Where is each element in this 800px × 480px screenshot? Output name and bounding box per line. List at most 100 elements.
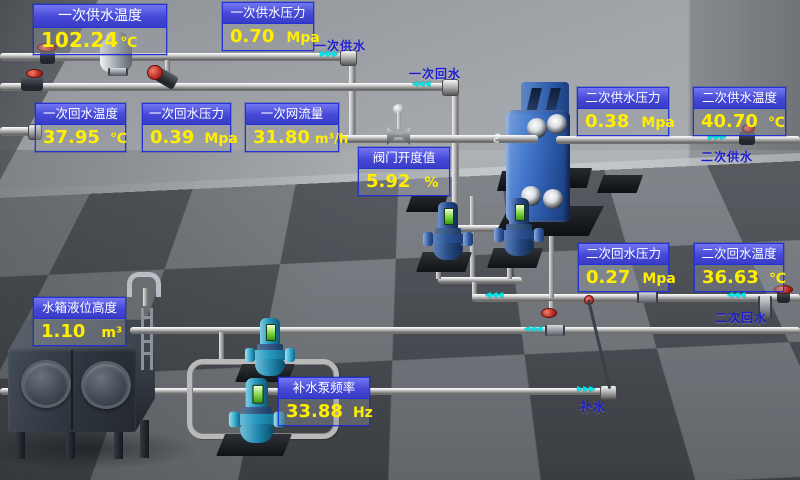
circulation-pump-1[interactable] xyxy=(424,202,472,260)
primary-return-valve[interactable] xyxy=(21,76,43,91)
databox-value: 5.92 xyxy=(366,171,410,192)
pipe-primary-return xyxy=(0,83,450,91)
floor-pad xyxy=(597,175,643,193)
databox-secondary-supply-temp[interactable]: 二次供水温度 40.70 ℃ xyxy=(693,87,786,136)
tank-panel-seam xyxy=(71,350,73,430)
databox-title: 一次网流量 xyxy=(246,104,338,125)
pipe-coupling xyxy=(637,292,658,303)
pump-status-indicator xyxy=(252,385,263,404)
pump-volute xyxy=(504,239,534,256)
databox-value: 0.27 xyxy=(586,267,630,288)
tank-ladder-rung xyxy=(141,352,153,355)
databox-primary-return-temp[interactable]: 一次回水温度 37.95 ℃ xyxy=(35,103,126,152)
pump-volute xyxy=(433,243,463,260)
databox-value: 0.39 xyxy=(150,127,194,148)
tank-fill-pipe-leg xyxy=(143,288,148,306)
databox-value: 36.63 xyxy=(702,267,759,288)
databox-value-row: 37.95 ℃ xyxy=(36,125,125,151)
tank-leg xyxy=(16,429,25,459)
databox-primary-supply-temp[interactable]: 一次供水温度 102.24 ℃ xyxy=(33,4,167,55)
valve-handwheel xyxy=(26,69,43,78)
databox-value: 102.24 xyxy=(41,30,118,51)
databox-value-row: 102.24 ℃ xyxy=(34,28,166,54)
pump-volute xyxy=(240,424,274,443)
databox-unit: m³ xyxy=(101,325,122,341)
databox-title: 一次供水压力 xyxy=(223,3,313,24)
databox-title: 一次回水温度 xyxy=(36,104,125,125)
databox-unit: Mpa xyxy=(642,271,675,287)
databox-title: 二次回水温度 xyxy=(695,244,783,265)
valve-handwheel xyxy=(147,65,163,80)
makeup-pump-1[interactable] xyxy=(246,318,294,376)
databox-makeup-pump-frequency[interactable]: 补水泵频率 33.88 Hz xyxy=(278,377,370,426)
pipe-coupling xyxy=(545,325,565,336)
databox-title: 一次供水温度 xyxy=(34,5,166,28)
pipe-tank-outlet xyxy=(130,327,800,334)
flow-arrow-right-icon: ▶▶▶ xyxy=(577,384,595,393)
makeup-pump-2[interactable] xyxy=(230,378,284,443)
databox-value: 1.10 xyxy=(41,321,85,342)
flow-arrow-left-icon: ◀◀◀ xyxy=(485,290,503,299)
databox-value-row: 0.39 Mpa xyxy=(143,125,230,151)
pipe-label-primary-return: 一次回水 xyxy=(409,65,461,82)
exchanger-port xyxy=(547,114,567,134)
pipe-secondary-return xyxy=(472,294,800,302)
databox-secondary-return-temp[interactable]: 二次回水温度 36.63 ℃ xyxy=(694,243,784,292)
tank-leg xyxy=(114,429,123,459)
exchanger-port xyxy=(543,189,563,209)
circulation-pump-2[interactable] xyxy=(495,198,543,256)
databox-value-row: 0.27 Mpa xyxy=(579,265,668,291)
databox-tank-level[interactable]: 水箱液位高度 1.10 m³ xyxy=(33,297,126,346)
databox-value: 33.88 xyxy=(286,401,343,422)
databox-unit: ℃ xyxy=(120,35,137,51)
databox-secondary-supply-pressure[interactable]: 二次供水压力 0.38 Mpa xyxy=(577,87,669,136)
databox-unit: ℃ xyxy=(768,115,785,131)
databox-title: 一次回水压力 xyxy=(143,104,230,125)
databox-value: 31.80 xyxy=(253,127,310,148)
databox-value-row: 31.80 m³/h xyxy=(246,125,338,151)
databox-title: 二次供水压力 xyxy=(578,88,668,109)
tank-ladder-rung xyxy=(141,340,153,343)
databox-unit: Mpa xyxy=(286,30,319,46)
tank-leg xyxy=(140,420,149,458)
databox-unit: m³/h xyxy=(315,132,348,147)
databox-title: 水箱液位高度 xyxy=(34,298,125,319)
pipe-primary-supply-drop xyxy=(349,57,356,141)
flow-arrow-left-icon: ◀◀◀ xyxy=(524,324,542,333)
databox-primary-network-flow[interactable]: 一次网流量 31.80 m³/h xyxy=(245,103,339,152)
pump-status-indicator xyxy=(444,208,454,225)
pipe-label-secondary-supply: 二次供水 xyxy=(701,148,753,165)
pipe-label-makeup-water: 补水 xyxy=(580,398,606,415)
tank-leg xyxy=(66,429,75,459)
databox-value: 0.38 xyxy=(585,111,629,132)
databox-value-row: 36.63 ℃ xyxy=(695,265,783,291)
databox-value-row: 0.38 Mpa xyxy=(578,109,668,135)
databox-unit: Hz xyxy=(353,405,373,421)
databox-valve-opening[interactable]: 阀门开度值 5.92 % xyxy=(358,147,450,196)
databox-value: 40.70 xyxy=(701,111,758,132)
pump-volute xyxy=(255,359,285,376)
hmi-heat-station-scene: ∿ ▶▶▶ ◀◀◀ ▶▶▶ ◀◀◀ ◀◀◀ ◀◀◀ ▶▶▶ 一次供水 一次回水 … xyxy=(0,0,800,480)
databox-primary-supply-pressure[interactable]: 一次供水压力 0.70 Mpa xyxy=(222,2,314,51)
databox-value-row: 1.10 m³ xyxy=(34,319,125,345)
tank-floor-shadow xyxy=(0,428,200,470)
pipe-break-icon: ∿ xyxy=(491,131,504,146)
databox-value: 37.95 xyxy=(43,127,100,148)
pipe-label-secondary-return: 二次回水 xyxy=(715,309,767,326)
databox-title: 补水泵频率 xyxy=(279,378,369,399)
databox-value-row: 0.70 Mpa xyxy=(223,24,313,50)
databox-primary-return-pressure[interactable]: 一次回水压力 0.39 Mpa xyxy=(142,103,231,152)
databox-unit: Mpa xyxy=(204,131,237,147)
databox-title: 阀门开度值 xyxy=(359,148,449,169)
databox-value: 0.70 xyxy=(230,26,274,47)
databox-unit: ℃ xyxy=(769,271,786,287)
databox-value-row: 33.88 Hz xyxy=(279,399,369,425)
databox-unit: Mpa xyxy=(641,115,674,131)
makeup-branch-valve[interactable] xyxy=(541,308,557,318)
databox-unit: % xyxy=(424,175,438,191)
pump-status-indicator xyxy=(515,204,525,221)
databox-secondary-return-pressure[interactable]: 二次回水压力 0.27 Mpa xyxy=(578,243,669,292)
databox-value-row: 40.70 ℃ xyxy=(694,109,785,135)
databox-title: 二次回水压力 xyxy=(579,244,668,265)
separator-fitting xyxy=(108,68,128,76)
